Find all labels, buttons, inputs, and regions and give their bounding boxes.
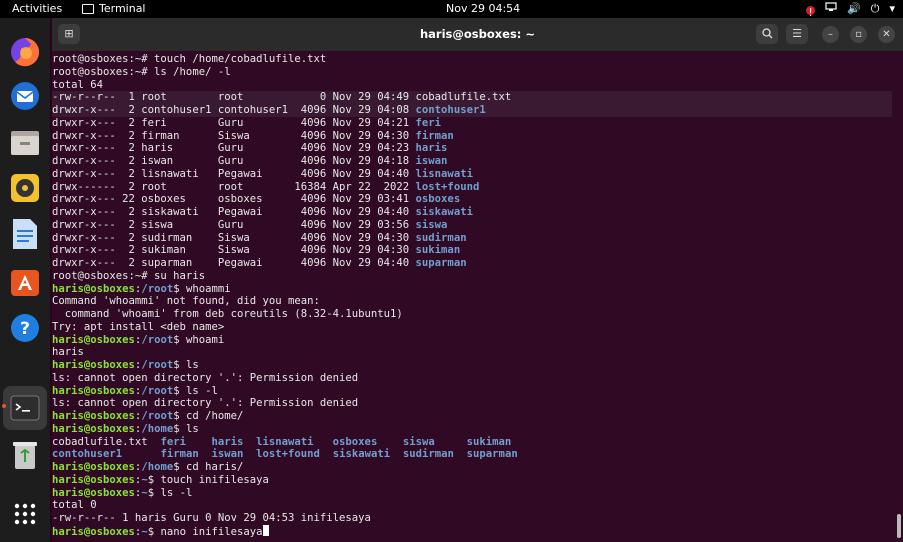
terminal-line: drwxr-x--- 2 firman Siswa 4096 Nov 29 04… bbox=[52, 129, 454, 142]
terminal-line: drwxr-x--- 22 osboxes osboxes 4096 Nov 2… bbox=[52, 193, 461, 206]
show-apps-icon[interactable] bbox=[7, 496, 43, 532]
terminal-line: haris@osboxes:~$ nano inifilesaya bbox=[52, 524, 892, 538]
terminal-window: ⊞ haris@osboxes: ~ ☰ – ▫ ✕ root@osboxes:… bbox=[52, 18, 903, 542]
terminal-line: ls: cannot open directory '.': Permissio… bbox=[52, 371, 359, 384]
chevron-down-icon[interactable]: ▾ bbox=[889, 2, 895, 16]
dock-running-indicator bbox=[2, 404, 6, 408]
terminal-line: total 64 bbox=[52, 78, 104, 91]
terminal-line: haris@osboxes:/root$ ls bbox=[52, 359, 199, 371]
firefox-icon[interactable] bbox=[7, 34, 43, 70]
terminal-line: haris@osboxes:/root$ cd /home/ bbox=[52, 410, 244, 422]
writer-icon[interactable] bbox=[7, 216, 43, 252]
terminal-line: haris@osboxes:/root$ whoammi bbox=[52, 282, 231, 295]
top-bar: Activities Terminal Nov 29 04:54 ! 🔊 ⏻ ▾ bbox=[0, 0, 903, 19]
terminal-line: haris@osboxes:~$ touch inifilesaya bbox=[52, 473, 269, 486]
terminal-line: root@osboxes:~# touch /home/cobadlufile.… bbox=[52, 53, 327, 65]
app-menu[interactable]: Terminal bbox=[82, 2, 146, 15]
terminal-line: drwxr-x--- 2 iswan Guru 4096 Nov 29 04:1… bbox=[52, 155, 448, 167]
terminal-line: drwxr-x--- 2 contohuser1 contohuser1 409… bbox=[52, 104, 892, 117]
terminal-line: drwxr-x--- 2 sukiman Siswa 4096 Nov 29 0… bbox=[52, 244, 461, 257]
system-tray[interactable]: ! 🔊 ⏻ ▾ bbox=[806, 2, 895, 19]
terminal-line: drwxr-x--- 2 lisnawati Pegawai 4096 Nov … bbox=[52, 167, 473, 180]
power-icon[interactable]: ⏻ bbox=[871, 2, 880, 16]
terminal-line: command 'whoami' from deb coreutils (8.3… bbox=[52, 308, 403, 320]
software-icon[interactable] bbox=[7, 264, 43, 300]
terminal-line: root@osboxes:~# ls /home/ -l bbox=[52, 65, 231, 78]
activities-button[interactable]: Activities bbox=[12, 2, 62, 15]
terminal-line: drwxr-x--- 2 feri Guru 4096 Nov 29 04:21… bbox=[52, 116, 442, 129]
terminal-line: haris bbox=[52, 346, 84, 359]
maximize-button[interactable]: ▫ bbox=[850, 26, 867, 43]
terminal-line: contohuser1 firman iswan lost+found sisk… bbox=[52, 448, 518, 461]
terminal-line: -rw-r--r-- 1 haris Guru 0 Nov 29 04:53 i… bbox=[52, 512, 371, 524]
files-icon[interactable] bbox=[7, 124, 43, 160]
clock[interactable]: Nov 29 04:54 bbox=[446, 2, 520, 15]
terminal-line: Command 'whoammi' not found, did you mea… bbox=[52, 295, 320, 308]
terminal-output[interactable]: root@osboxes:~# touch /home/cobadlufile.… bbox=[52, 53, 892, 542]
terminal-line: root@osboxes:~# su haris bbox=[52, 269, 206, 282]
terminal-line: haris@osboxes:/home$ cd haris/ bbox=[52, 461, 244, 473]
terminal-app-icon bbox=[82, 3, 94, 14]
terminal-line: haris@osboxes:/root$ ls -l bbox=[52, 384, 218, 397]
terminal-line: drwxr-x--- 2 haris Guru 4096 Nov 29 04:2… bbox=[52, 142, 448, 155]
trash-icon[interactable] bbox=[7, 418, 43, 469]
scrollbar[interactable] bbox=[897, 514, 901, 538]
terminal-line: -rw-r--r-- 1 root root 0 Nov 29 04:49 co… bbox=[52, 91, 892, 104]
terminal-line: haris@osboxes:/home$ ls bbox=[52, 422, 199, 435]
thunderbird-icon[interactable] bbox=[7, 78, 43, 114]
terminal-line: drwxr-x--- 2 siswa Guru 4096 Nov 29 03:5… bbox=[52, 218, 448, 231]
minimize-button[interactable]: – bbox=[822, 26, 839, 43]
terminal-line: cobadlufile.txt feri haris lisnawati osb… bbox=[52, 435, 512, 448]
terminal-line: total 0 bbox=[52, 499, 97, 512]
terminal-line: drwxr-x--- 2 suparman Pegawai 4096 Nov 2… bbox=[52, 257, 467, 269]
window-header[interactable]: ⊞ haris@osboxes: ~ ☰ – ▫ ✕ bbox=[52, 18, 903, 51]
network-icon[interactable] bbox=[825, 2, 837, 16]
svg-text:?: ? bbox=[20, 319, 30, 339]
app-name: Terminal bbox=[99, 2, 146, 15]
terminal-line: drwx------ 2 root root 16384 Apr 22 2022… bbox=[52, 180, 480, 193]
terminal-line: ls: cannot open directory '.': Permissio… bbox=[52, 397, 359, 410]
terminal-line: haris@osboxes:/root$ whoami bbox=[52, 333, 225, 346]
rhythmbox-icon[interactable] bbox=[7, 170, 43, 206]
dock: ? bbox=[0, 18, 50, 542]
terminal-line: drwxr-x--- 2 sudirman Siswa 4096 Nov 29 … bbox=[52, 231, 467, 244]
text-cursor bbox=[262, 524, 269, 536]
search-button[interactable] bbox=[756, 24, 778, 44]
terminal-line: drwxr-x--- 2 siskawati Pegawai 4096 Nov … bbox=[52, 206, 473, 218]
terminal-line: haris@osboxes:~$ ls -l bbox=[52, 486, 193, 499]
volume-icon[interactable]: 🔊 bbox=[847, 2, 861, 16]
search-icon bbox=[761, 28, 772, 39]
close-button[interactable]: ✕ bbox=[878, 26, 895, 43]
terminal-line: Try: apt install <deb name> bbox=[52, 320, 225, 333]
help-icon[interactable]: ? bbox=[7, 310, 43, 346]
alert-icon[interactable]: ! bbox=[806, 5, 816, 19]
menu-button[interactable]: ☰ bbox=[786, 24, 808, 44]
